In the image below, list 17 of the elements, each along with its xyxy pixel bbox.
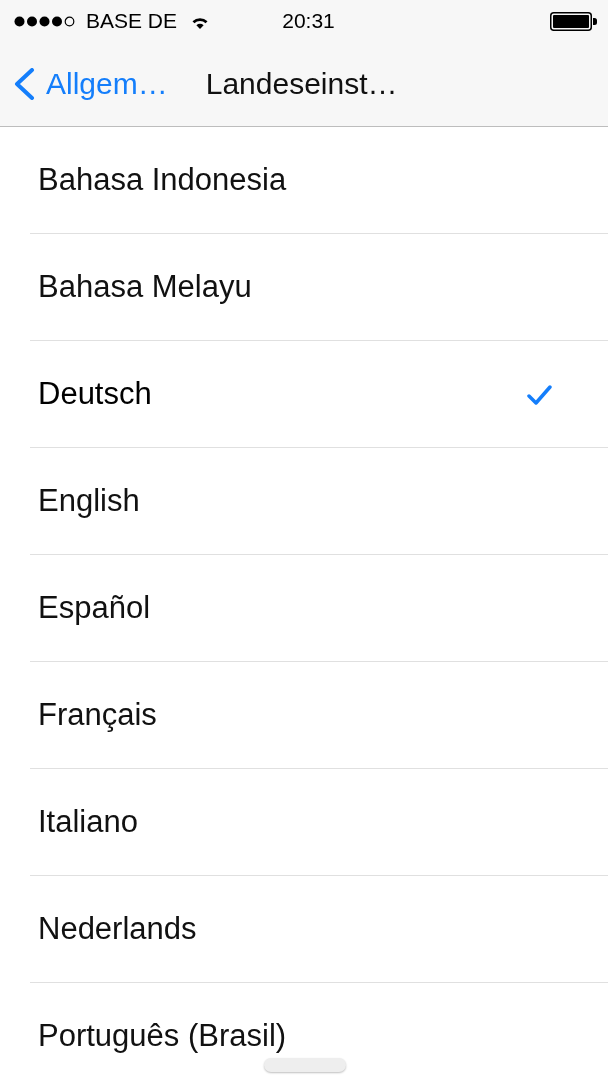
- carrier-name: BASE DE: [86, 9, 178, 33]
- page-title: Landeseinst…: [205, 67, 398, 101]
- language-option[interactable]: Français: [30, 662, 608, 769]
- signal-strength-icon: [14, 15, 76, 27]
- language-option[interactable]: Bahasa Indonesia: [30, 127, 608, 234]
- language-option[interactable]: Nederlands: [30, 876, 608, 983]
- chevron-left-icon: [13, 68, 35, 100]
- battery-icon: [550, 11, 597, 31]
- language-option[interactable]: Bahasa Melayu: [30, 234, 608, 341]
- status-time: 20:31: [282, 9, 335, 33]
- language-option[interactable]: Deutsch: [30, 341, 608, 448]
- checkmark-icon: [527, 385, 552, 405]
- language-option[interactable]: Italiano: [30, 769, 608, 876]
- wifi-icon: [192, 17, 209, 29]
- language-option[interactable]: English: [30, 448, 608, 555]
- back-button[interactable]: Allgem…: [13, 67, 168, 101]
- language-option[interactable]: Español: [30, 555, 608, 662]
